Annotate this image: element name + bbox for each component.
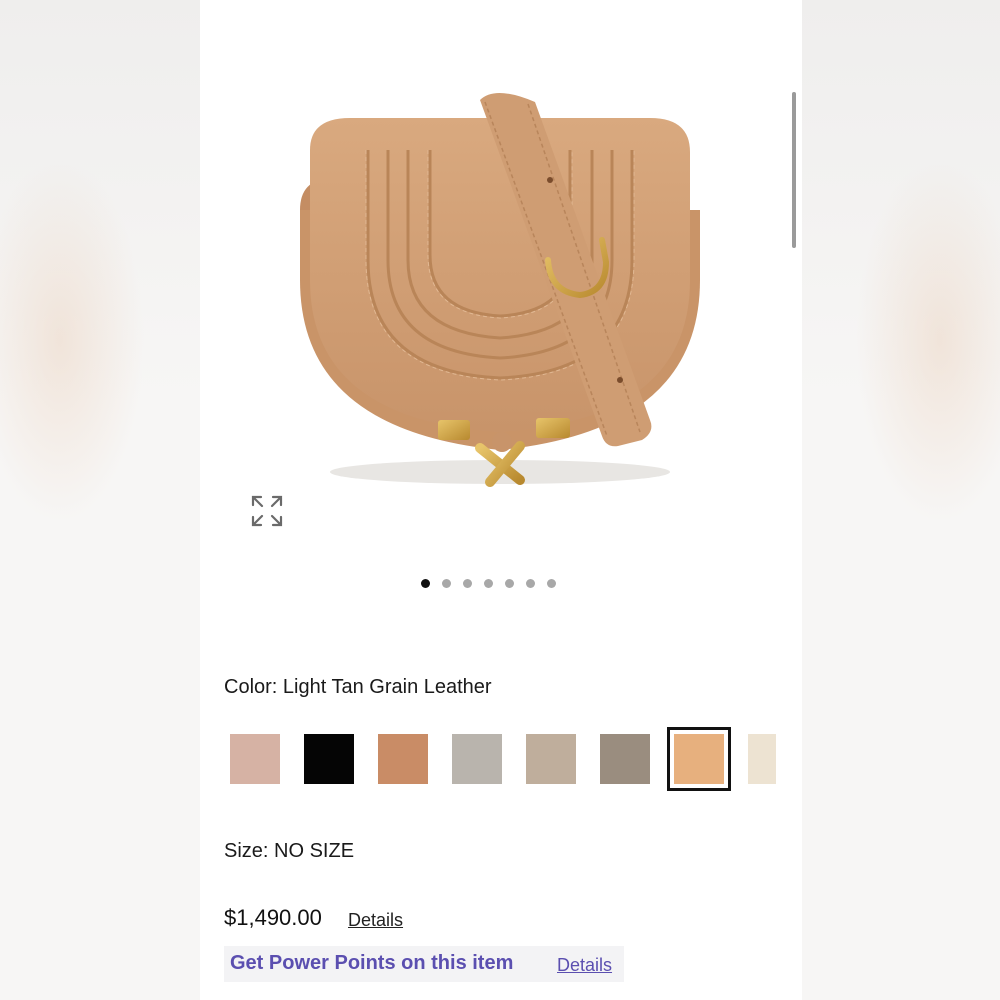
color-swatch-light-grey[interactable] (452, 734, 502, 784)
carousel-dot[interactable] (504, 579, 514, 588)
color-swatch-light-tan[interactable] (667, 727, 731, 791)
scrollbar[interactable] (792, 92, 796, 248)
size-label: Size: NO SIZE (224, 840, 354, 863)
price-details-link[interactable]: Details (348, 910, 403, 931)
size-value: NO SIZE (274, 840, 355, 862)
power-points-details-link[interactable]: Details (557, 955, 612, 976)
product-page: Color: Light Tan Grain Leather Size: NO … (200, 0, 802, 1000)
color-swatch-blush[interactable] (230, 734, 280, 784)
color-swatch-caramel[interactable] (378, 734, 428, 784)
color-swatch-black[interactable] (304, 734, 354, 784)
carousel-dot[interactable] (546, 579, 556, 588)
carousel-dot[interactable] (462, 579, 472, 588)
power-points-banner: Get Power Points on this item Details (224, 946, 624, 982)
carousel-dot[interactable] (441, 579, 451, 588)
carousel-dot[interactable] (483, 579, 493, 588)
product-image (300, 92, 700, 487)
price: $1,490.00 (224, 905, 322, 930)
carousel-dot[interactable] (525, 579, 535, 588)
carousel-pagination (200, 579, 802, 589)
color-swatch-cream[interactable] (748, 734, 776, 784)
expand-arrows-icon[interactable] (250, 494, 284, 528)
size-label-key: Size: (224, 840, 269, 862)
color-swatch-taupe[interactable] (526, 734, 576, 784)
carousel-dot[interactable] (420, 579, 430, 588)
color-label-key: Color: (224, 676, 278, 698)
color-label: Color: Light Tan Grain Leather (224, 676, 492, 699)
color-swatch-grey-brown[interactable] (600, 734, 650, 784)
power-points-text: Get Power Points on this item (230, 952, 514, 974)
color-value: Light Tan Grain Leather (282, 676, 492, 698)
